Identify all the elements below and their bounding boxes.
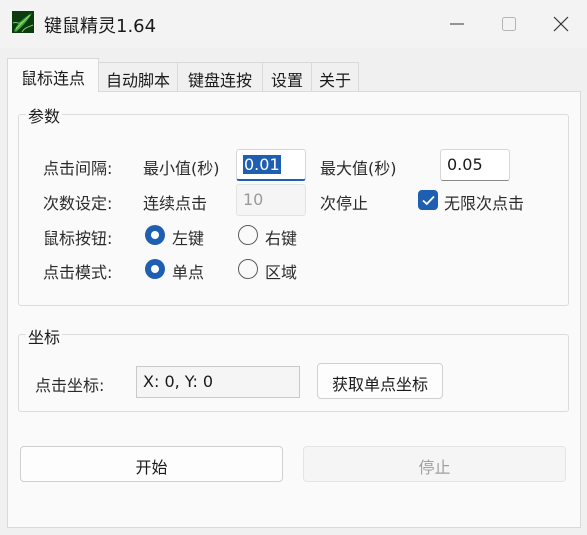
tab-panel-mouse-click: 参数 点击间隔: 最小值(秒) 0.01 最大值(秒) 0.05 次数设定: 连…	[7, 91, 581, 528]
left-button-radio[interactable]	[145, 225, 165, 245]
maximize-button[interactable]	[483, 0, 535, 48]
tab-mouse-click[interactable]: 鼠标连点	[7, 58, 99, 92]
mouse-button-label: 鼠标按钮:	[43, 229, 113, 248]
click-count-input[interactable]: 10	[236, 184, 306, 216]
right-button-label[interactable]: 右键	[265, 225, 297, 249]
min-interval-input[interactable]: 0.01	[236, 149, 306, 181]
tab-label: 自动脚本	[105, 71, 170, 90]
minimize-button[interactable]	[431, 0, 483, 48]
single-point-label[interactable]: 单点	[172, 259, 204, 283]
click-count-value: 10	[243, 190, 264, 209]
coords-value: X: 0, Y: 0	[143, 372, 214, 391]
stop-button-label: 停止	[418, 458, 451, 477]
min-value-label: 最小值(秒)	[143, 159, 220, 178]
click-interval-label: 点击间隔:	[43, 159, 113, 178]
min-interval-value: 0.01	[243, 155, 281, 174]
minimize-icon	[450, 23, 464, 25]
max-value-label: 最大值(秒)	[320, 159, 397, 178]
area-radio[interactable]	[238, 259, 258, 279]
click-coords-label: 点击坐标:	[35, 376, 105, 395]
tab-label: 设置	[270, 71, 303, 90]
left-button-label[interactable]: 左键	[172, 225, 204, 249]
tab-keyboard-press[interactable]: 键盘连按	[177, 62, 263, 92]
tab-label: 关于	[318, 71, 351, 90]
times-stop-label: 次停止	[320, 194, 369, 213]
tab-label: 键盘连按	[187, 71, 252, 90]
infinite-click-checkbox[interactable]	[418, 190, 438, 210]
single-point-radio[interactable]	[145, 259, 165, 279]
start-button[interactable]: 开始	[20, 446, 283, 482]
tab-strip: 鼠标连点 自动脚本 键盘连按 设置 关于	[0, 58, 587, 92]
max-interval-input[interactable]: 0.05	[440, 149, 510, 181]
app-window: 键鼠精灵1.64 鼠标连点 自动脚本 键盘连按 设置 关于 参数 点击间隔: 最…	[0, 0, 587, 535]
count-setting-label: 次数设定:	[43, 194, 113, 213]
window-title: 键鼠精灵1.64	[44, 16, 157, 37]
maximize-icon	[502, 17, 516, 31]
click-mode-label: 点击模式:	[43, 263, 113, 282]
close-button[interactable]	[535, 0, 587, 48]
checkmark-icon	[422, 195, 435, 206]
right-button-radio[interactable]	[238, 225, 258, 245]
get-coords-button[interactable]: 获取单点坐标	[317, 363, 443, 399]
stop-button[interactable]: 停止	[303, 446, 566, 482]
area-label[interactable]: 区域	[265, 259, 297, 283]
infinite-click-label[interactable]: 无限次点击	[444, 190, 524, 214]
coords-display-field: X: 0, Y: 0	[136, 366, 300, 398]
continuous-click-label: 连续点击	[143, 194, 208, 213]
tab-label: 鼠标连点	[20, 69, 85, 88]
tab-about[interactable]: 关于	[311, 62, 359, 92]
max-interval-value: 0.05	[447, 155, 483, 174]
title-bar[interactable]: 键鼠精灵1.64	[0, 0, 587, 48]
tab-settings[interactable]: 设置	[262, 62, 312, 92]
start-button-label: 开始	[135, 458, 168, 477]
get-coords-button-label: 获取单点坐标	[331, 375, 428, 394]
coords-group-title: 坐标	[26, 324, 63, 348]
params-group-title: 参数	[26, 103, 63, 127]
close-icon	[553, 16, 569, 32]
tab-auto-script[interactable]: 自动脚本	[98, 62, 178, 92]
leaf-app-icon	[12, 11, 34, 33]
